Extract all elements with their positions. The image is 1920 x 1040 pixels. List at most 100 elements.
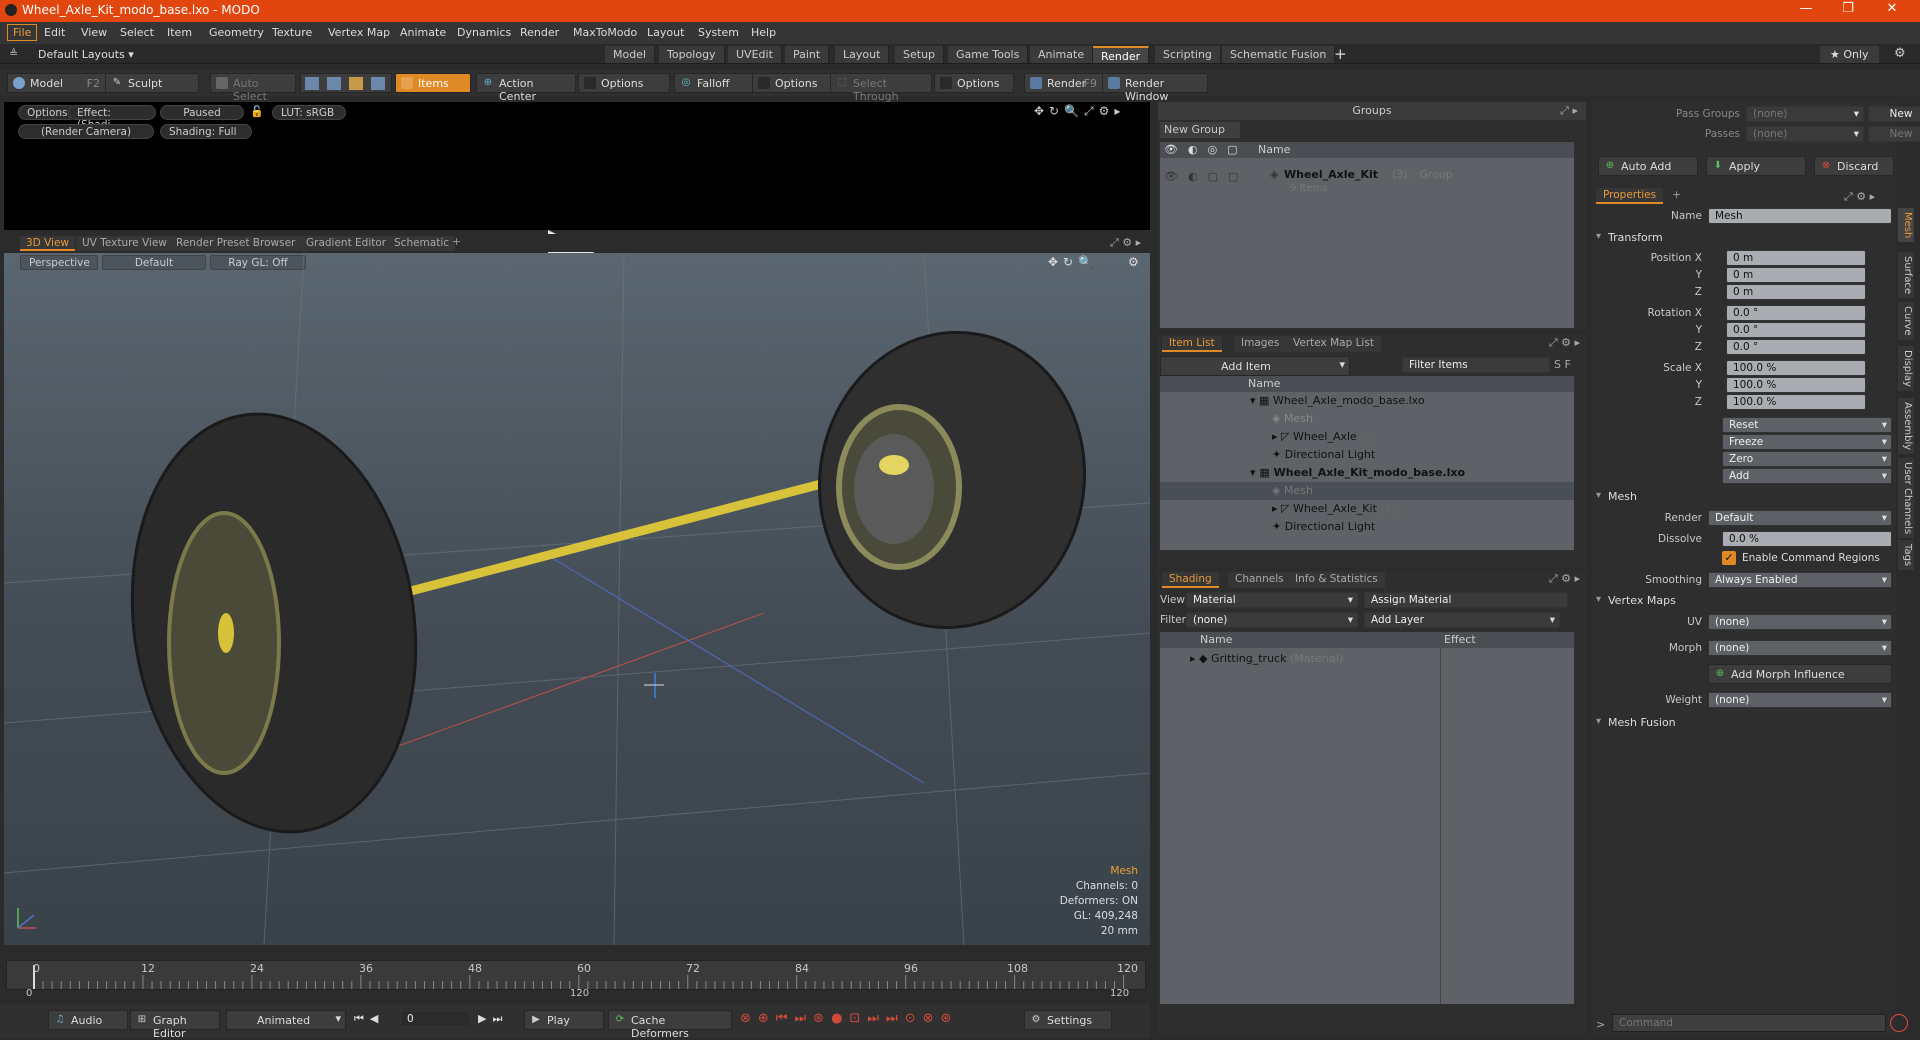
timeline[interactable]: 0 12 24 36 48 60 72 84 96 108 120 0 120 … bbox=[0, 956, 1150, 1000]
item-list-expand-icon[interactable]: ⤢ ⚙ ▸ bbox=[1549, 336, 1580, 350]
group-row-icons[interactable]: 👁◐▢▢ bbox=[1164, 170, 1248, 183]
render-button[interactable]: Render F9 bbox=[1024, 73, 1104, 93]
settings-button[interactable]: ⚙ Settings bbox=[1024, 1010, 1112, 1030]
falloff-button[interactable]: ◎ Falloff bbox=[674, 73, 754, 93]
mesh-section[interactable]: Mesh bbox=[1594, 490, 1894, 506]
transform-section[interactable]: Transform bbox=[1594, 231, 1894, 247]
tab-game-tools[interactable]: Game Tools bbox=[948, 46, 1029, 63]
tab-gradient-editor[interactable]: Gradient Editor bbox=[300, 236, 393, 251]
tab-paint[interactable]: Paint bbox=[785, 46, 830, 63]
view-dropdown[interactable]: Material bbox=[1186, 592, 1358, 608]
tab-info-statistics[interactable]: Info & Statistics bbox=[1288, 572, 1385, 588]
sculpt-button[interactable]: ✎ Sculpt bbox=[105, 73, 199, 93]
menu-edit[interactable]: Edit bbox=[44, 26, 65, 39]
gear-icon[interactable]: ⚙ bbox=[1894, 46, 1906, 61]
close-icon[interactable]: ✕ bbox=[1872, 1, 1912, 21]
menu-dynamics[interactable]: Dynamics bbox=[457, 26, 511, 39]
filter-toggle-icons[interactable]: S F bbox=[1554, 358, 1571, 371]
minimize-icon[interactable]: — bbox=[1786, 1, 1826, 21]
item-row-wheel-axle-kit[interactable]: ▸ ◸ Wheel_Axle_Kit (2) bbox=[1272, 500, 1396, 518]
falloff-options-button[interactable]: Options bbox=[752, 73, 832, 93]
tab-setup[interactable]: Setup bbox=[895, 46, 945, 63]
item-row-scene-1[interactable]: ▾ ▦ Wheel_Axle_modo_base.lxo bbox=[1250, 392, 1425, 410]
audio-button[interactable]: ♫ Audio bbox=[48, 1010, 128, 1030]
lock-icon[interactable]: 🔓 bbox=[250, 105, 264, 118]
render-dropdown[interactable]: Default bbox=[1708, 510, 1892, 526]
menu-view[interactable]: View bbox=[81, 26, 107, 39]
rotation-y-input[interactable]: 0.0 ° bbox=[1726, 322, 1866, 338]
menu-help[interactable]: Help bbox=[751, 26, 776, 39]
tab-layout[interactable]: Layout bbox=[835, 46, 890, 63]
menu-render[interactable]: Render bbox=[520, 26, 559, 39]
item-tree[interactable]: Name ▾ ▦ Wheel_Axle_modo_base.lxo ◈ Mesh… bbox=[1160, 376, 1574, 550]
render-view-controls[interactable]: ✥↻🔍⤢⚙▸ bbox=[1034, 104, 1125, 119]
add-dropdown[interactable]: Add bbox=[1722, 468, 1892, 484]
lut-dropdown[interactable]: LUT: sRGB bbox=[272, 105, 346, 120]
material-row[interactable]: ▸ ◆ Gritting_truck (Material) bbox=[1190, 650, 1343, 668]
groups-visibility-icons[interactable]: 👁◐◎▢ bbox=[1164, 143, 1248, 156]
polygon-mode-icon[interactable] bbox=[349, 77, 363, 90]
paused-toggle[interactable]: Paused bbox=[160, 105, 244, 120]
menu-file[interactable]: File bbox=[7, 24, 38, 41]
tab-schematic[interactable]: Schematic bbox=[388, 236, 456, 251]
menu-texture[interactable]: Texture bbox=[272, 26, 312, 39]
rotation-x-input[interactable]: 0.0 ° bbox=[1726, 305, 1866, 321]
auto-add-button[interactable]: ⊕ Auto Add bbox=[1598, 156, 1698, 176]
menu-layout[interactable]: Layout bbox=[647, 26, 684, 39]
timeline-track[interactable]: 0 12 24 36 48 60 72 84 96 108 120 bbox=[6, 960, 1146, 990]
auto-select-button[interactable]: Auto Select bbox=[210, 73, 296, 103]
filter-dropdown[interactable]: (none) bbox=[1186, 612, 1358, 628]
pass-groups-dropdown[interactable]: (none) bbox=[1746, 106, 1864, 122]
filter-items-input[interactable]: Filter Items bbox=[1402, 357, 1550, 373]
side-tab-mesh[interactable]: Mesh bbox=[1898, 208, 1914, 243]
menu-item[interactable]: Item bbox=[167, 26, 192, 39]
tab-uvedit[interactable]: UVEdit bbox=[728, 46, 782, 63]
uv-dropdown[interactable]: (none) bbox=[1708, 614, 1892, 630]
scale-z-input[interactable]: 100.0 % bbox=[1726, 394, 1866, 410]
tab-properties[interactable]: Properties bbox=[1596, 188, 1664, 204]
menu-maxtomodo[interactable]: MaxToModo bbox=[573, 26, 637, 39]
discard-button[interactable]: ⊗ Discard bbox=[1814, 156, 1894, 176]
rotation-z-input[interactable]: 0.0 ° bbox=[1726, 339, 1866, 355]
menu-system[interactable]: System bbox=[698, 26, 739, 39]
item-row-scene-2[interactable]: ▾ ▦ Wheel_Axle_Kit_modo_base.lxo bbox=[1250, 464, 1465, 482]
mesh-fusion-section[interactable]: Mesh Fusion bbox=[1594, 716, 1894, 732]
tab-animate[interactable]: Animate bbox=[1030, 46, 1094, 63]
smoothing-dropdown[interactable]: Always Enabled bbox=[1708, 572, 1892, 588]
side-tab-user-channels[interactable]: User Channels bbox=[1898, 458, 1914, 539]
new-pass-group-button[interactable]: New bbox=[1868, 106, 1920, 122]
tab-vertex-map-list[interactable]: Vertex Map List bbox=[1286, 336, 1381, 352]
edge-mode-icon[interactable] bbox=[327, 77, 341, 90]
tab-scripting[interactable]: Scripting bbox=[1155, 46, 1221, 63]
groups-list[interactable]: Name 👁◐◎▢ 👁◐▢▢ ◈ Wheel_Axle_Kit (3) : Gr… bbox=[1160, 142, 1574, 328]
only-toggle[interactable]: ★ Only bbox=[1820, 46, 1879, 63]
record-key-icons[interactable]: ⊗⊕⏮⏭⊛●⊡⏭⏭⊙⊗⊛ bbox=[740, 1011, 958, 1026]
maximize-icon[interactable]: ❐ bbox=[1828, 1, 1868, 21]
group-name[interactable]: Wheel_Axle_Kit bbox=[1284, 168, 1378, 181]
assign-material-button[interactable]: Assign Material bbox=[1364, 592, 1568, 608]
add-properties-tab-icon[interactable]: + bbox=[1672, 188, 1681, 201]
item-row-mesh-2-selected[interactable]: ◈ Mesh bbox=[1160, 482, 1574, 500]
properties-expand-icon[interactable]: ⤢ ⚙ ▸ bbox=[1844, 190, 1875, 204]
side-tab-tags[interactable]: Tags bbox=[1898, 540, 1914, 571]
select-options-button[interactable]: Options bbox=[934, 73, 1014, 93]
menu-geometry[interactable]: Geometry bbox=[209, 26, 264, 39]
command-input[interactable] bbox=[1612, 1014, 1886, 1032]
tab-model[interactable]: Model bbox=[605, 46, 656, 63]
select-through-button[interactable]: ⬚ Select Through bbox=[830, 73, 932, 103]
shading-dropdown[interactable]: Shading: Full bbox=[160, 124, 252, 139]
item-row-light-1[interactable]: ✦ Directional Light bbox=[1272, 446, 1375, 464]
action-center-button[interactable]: ⊕ Action Center bbox=[476, 73, 576, 103]
add-item-button[interactable]: Add Item bbox=[1160, 356, 1350, 376]
frame-input[interactable]: 0 bbox=[400, 1011, 470, 1027]
animated-dropdown[interactable]: Animated bbox=[226, 1010, 346, 1030]
tab-schematic-fusion[interactable]: Schematic Fusion bbox=[1222, 46, 1336, 63]
material-mode-icon[interactable] bbox=[371, 77, 385, 90]
tab-3d-view[interactable]: 3D View bbox=[20, 236, 76, 251]
side-tab-display[interactable]: Display bbox=[1898, 346, 1914, 391]
vertex-mode-icon[interactable] bbox=[305, 77, 319, 90]
effect-dropdown[interactable]: Effect: (Shadi... bbox=[68, 105, 156, 131]
position-x-input[interactable]: 0 m bbox=[1726, 250, 1866, 266]
play-button[interactable]: ▶ Play bbox=[524, 1010, 604, 1030]
menu-vertex-map[interactable]: Vertex Map bbox=[328, 26, 390, 39]
